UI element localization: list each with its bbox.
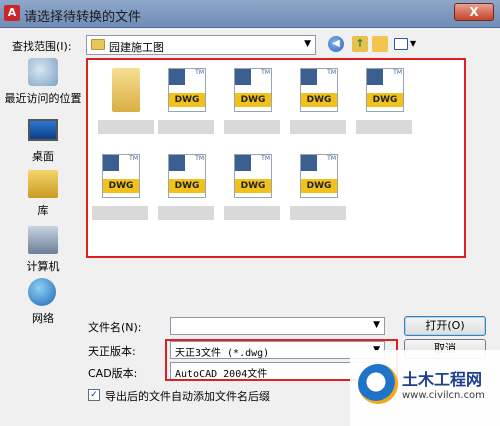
file-item-dwg[interactable]: TM DWG bbox=[154, 64, 220, 142]
place-computer[interactable]: 计算机 bbox=[2, 226, 82, 276]
suffix-checkbox-label: 导出后的文件自动添加文件名后缀 bbox=[105, 390, 270, 403]
blurred-filename bbox=[290, 206, 346, 220]
blurred-filename bbox=[92, 206, 148, 220]
suffix-checkbox[interactable]: ✓ bbox=[88, 389, 100, 401]
file-item-dwg[interactable]: TM DWG bbox=[352, 64, 418, 142]
watermark: 土木工程网 www.civilcn.com bbox=[350, 350, 500, 426]
watermark-url: www.civilcn.com bbox=[402, 390, 485, 401]
file-item-dwg[interactable]: TM DWG bbox=[286, 150, 352, 228]
places-bar: 最近访问的位置 桌面 库 计算机 网络 bbox=[2, 58, 82, 328]
app-icon: A bbox=[4, 5, 20, 21]
dwg-file-icon: TM DWG bbox=[366, 68, 404, 112]
title-bar: A 请选择待转换的文件 X bbox=[0, 0, 500, 28]
recent-places-icon bbox=[28, 58, 58, 86]
place-label: 桌面 bbox=[32, 150, 54, 163]
dwg-file-icon: TM DWG bbox=[234, 154, 272, 198]
chevron-down-icon[interactable]: ▼ bbox=[410, 39, 416, 48]
place-label: 库 bbox=[37, 204, 49, 217]
place-recent[interactable]: 最近访问的位置 bbox=[2, 58, 82, 108]
blurred-filename bbox=[158, 206, 214, 220]
lookin-value: 园建施工图 bbox=[109, 41, 164, 54]
filename-label: 文件名(N): bbox=[88, 321, 142, 334]
file-item-dwg[interactable]: TM DWG bbox=[154, 150, 220, 228]
back-icon[interactable]: ◀ bbox=[328, 36, 344, 52]
library-icon bbox=[28, 170, 58, 198]
site-logo-icon bbox=[358, 364, 398, 404]
blurred-filename bbox=[158, 120, 214, 134]
file-item-folder[interactable] bbox=[94, 64, 160, 142]
folder-icon bbox=[112, 68, 140, 112]
blurred-filename bbox=[224, 206, 280, 220]
blurred-filename bbox=[224, 120, 280, 134]
computer-icon bbox=[28, 226, 58, 254]
network-icon bbox=[28, 278, 56, 306]
watermark-title: 土木工程网 bbox=[402, 370, 483, 389]
desktop-icon bbox=[28, 119, 58, 141]
views-icon[interactable] bbox=[394, 38, 408, 50]
file-item-dwg[interactable]: TM DWG bbox=[220, 150, 286, 228]
up-folder-icon[interactable]: ↑ bbox=[352, 36, 368, 52]
file-list[interactable]: TM DWG TM DWG TM DWG TM DWG TM DWG TM DWG TM DW… bbox=[86, 58, 466, 258]
place-library[interactable]: 库 bbox=[2, 170, 82, 220]
folder-icon bbox=[91, 39, 105, 50]
tianzheng-version-label: 天正版本: bbox=[88, 345, 136, 358]
place-desktop[interactable]: 桌面 bbox=[2, 116, 82, 166]
blurred-filename bbox=[98, 120, 154, 134]
file-item-dwg[interactable]: TM DWG bbox=[88, 150, 154, 228]
chevron-down-icon[interactable]: ▼ bbox=[373, 320, 380, 330]
file-item-dwg[interactable]: TM DWG bbox=[286, 64, 352, 142]
blurred-filename bbox=[290, 120, 346, 134]
dwg-file-icon: TM DWG bbox=[300, 68, 338, 112]
close-button[interactable]: X bbox=[454, 3, 494, 21]
blurred-filename bbox=[356, 120, 412, 134]
new-folder-icon[interactable] bbox=[372, 36, 388, 52]
chevron-down-icon: ▼ bbox=[304, 39, 311, 49]
place-label: 计算机 bbox=[26, 260, 60, 273]
filename-input[interactable]: ▼ bbox=[170, 317, 385, 335]
file-item-dwg[interactable]: TM DWG bbox=[220, 64, 286, 142]
open-button[interactable]: 打开(O) bbox=[404, 316, 486, 336]
place-network[interactable]: 网络 bbox=[2, 278, 82, 328]
toolbar: ◀ ↑ ▼ bbox=[328, 36, 418, 54]
place-label: 网络 bbox=[32, 312, 54, 325]
place-label: 最近访问的位置 bbox=[4, 92, 82, 105]
dwg-file-icon: TM DWG bbox=[300, 154, 338, 198]
dwg-file-icon: TM DWG bbox=[168, 68, 206, 112]
lookin-label: 查找范围(I): bbox=[12, 40, 72, 53]
cad-version-label: CAD版本: bbox=[88, 367, 138, 380]
dwg-file-icon: TM DWG bbox=[234, 68, 272, 112]
lookin-dropdown[interactable]: 园建施工图 ▼ bbox=[86, 35, 316, 55]
window-title: 请选择待转换的文件 bbox=[24, 10, 142, 25]
dwg-file-icon: TM DWG bbox=[168, 154, 206, 198]
dwg-file-icon: TM DWG bbox=[102, 154, 140, 198]
